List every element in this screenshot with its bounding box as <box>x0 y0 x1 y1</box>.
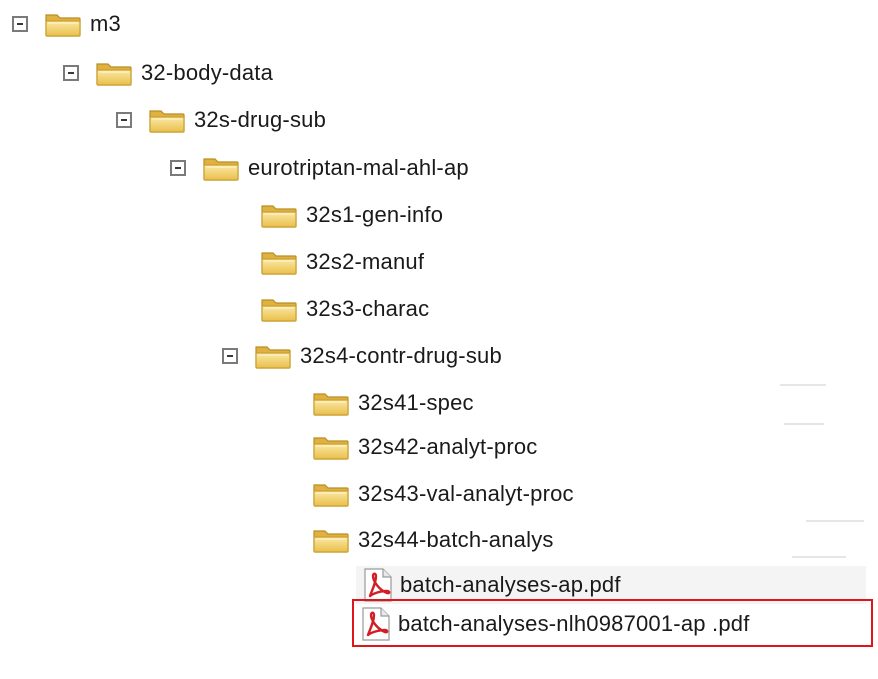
divider <box>784 423 824 425</box>
tree-item-eurotriptan-mal-ahl-ap[interactable]: eurotriptan-mal-ahl-ap <box>170 148 469 188</box>
tree-item-label: m3 <box>90 11 121 36</box>
tree-item-label: 32s1-gen-info <box>306 202 444 227</box>
highlight-box <box>352 599 873 647</box>
tree-item-32s3-charac[interactable]: 32s3-charac <box>260 289 429 329</box>
folder-icon <box>260 295 298 323</box>
folder-icon <box>312 480 350 508</box>
tree-item-label: eurotriptan-mal-ahl-ap <box>248 155 469 180</box>
pdf-file-icon <box>362 568 394 602</box>
folder-icon <box>312 526 350 554</box>
tree-item-label: 32s43-val-analyt-proc <box>358 481 574 506</box>
tree-item-32s42-analyt-proc[interactable]: 32s42-analyt-proc <box>312 427 538 467</box>
folder-icon <box>312 389 350 417</box>
tree-item-32s44-batch-analys[interactable]: 32s44-batch-analys <box>312 520 554 560</box>
tree-item-label: batch-analyses-ap.pdf <box>400 572 621 597</box>
collapse-toggle-icon[interactable] <box>116 112 132 128</box>
folder-icon <box>95 59 133 87</box>
tree-item-32s43-val-analyt-proc[interactable]: 32s43-val-analyt-proc <box>312 474 574 514</box>
folder-icon <box>202 154 240 182</box>
collapse-toggle-icon[interactable] <box>170 160 186 176</box>
tree-item-32s4-contr-drug-sub[interactable]: 32s4-contr-drug-sub <box>222 336 502 376</box>
tree-item-label: 32-body-data <box>141 60 274 85</box>
tree-item-label: 32s4-contr-drug-sub <box>300 343 502 368</box>
tree-item-label: 32s44-batch-analys <box>358 527 554 552</box>
tree-item-label: 32s-drug-sub <box>194 107 327 132</box>
collapse-toggle-icon[interactable] <box>63 65 79 81</box>
tree-item-m3[interactable]: m3 <box>12 4 121 44</box>
tree-item-label: 32s41-spec <box>358 390 474 415</box>
divider <box>806 520 864 522</box>
folder-icon <box>254 342 292 370</box>
tree-item-label: 32s3-charac <box>306 296 430 321</box>
tree-item-32s41-spec[interactable]: 32s41-spec <box>312 383 474 423</box>
divider <box>792 556 846 558</box>
tree-item-32s1-gen-info[interactable]: 32s1-gen-info <box>260 195 443 235</box>
folder-icon <box>148 106 186 134</box>
tree-item-label: 32s2-manuf <box>306 249 425 274</box>
folder-icon <box>44 10 82 38</box>
collapse-toggle-icon[interactable] <box>222 348 238 364</box>
collapse-toggle-icon[interactable] <box>12 16 28 32</box>
folder-icon <box>260 201 298 229</box>
folder-icon <box>312 433 350 461</box>
divider <box>780 384 826 386</box>
tree-item-32-body-data[interactable]: 32-body-data <box>63 53 273 93</box>
tree-item-32s2-manuf[interactable]: 32s2-manuf <box>260 242 424 282</box>
folder-icon <box>260 248 298 276</box>
tree-item-label: 32s42-analyt-proc <box>358 434 538 459</box>
tree-item-32s-drug-sub[interactable]: 32s-drug-sub <box>116 100 326 140</box>
